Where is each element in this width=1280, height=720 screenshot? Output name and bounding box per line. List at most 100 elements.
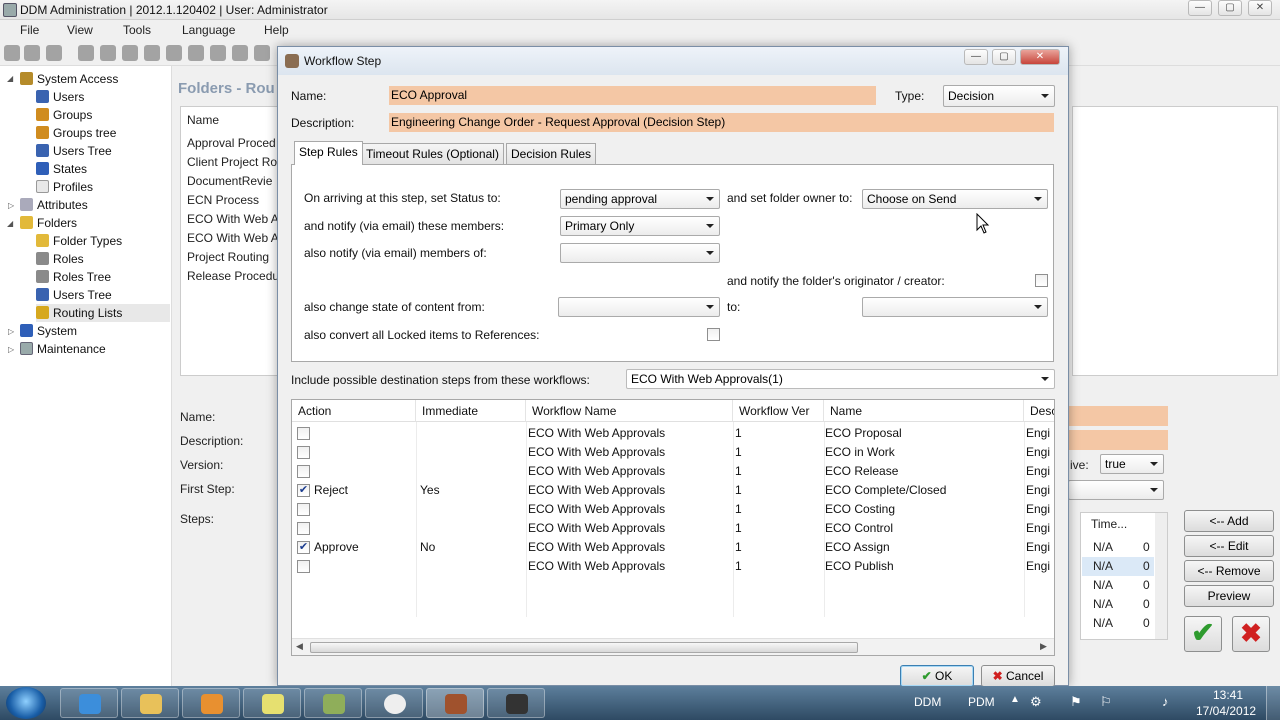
- tree-item-users-tree[interactable]: Users Tree: [36, 142, 112, 160]
- tree-item-system[interactable]: System: [20, 322, 77, 340]
- tree-item-system-access[interactable]: System Access: [20, 70, 118, 88]
- route-icon[interactable]: [210, 45, 226, 61]
- steps-scrollbar[interactable]: [1155, 513, 1167, 639]
- remove-step-button[interactable]: <-- Remove: [1184, 560, 1274, 582]
- column-header-immediate[interactable]: Immediate: [416, 400, 526, 422]
- taskbar-ddm[interactable]: [426, 688, 484, 718]
- chat-icon[interactable]: [122, 45, 138, 61]
- show-desktop-button[interactable]: [1266, 686, 1280, 720]
- route-icon[interactable]: [232, 45, 248, 61]
- tab-step-rules[interactable]: Step Rules: [294, 141, 363, 165]
- menu-language[interactable]: Language: [182, 23, 235, 37]
- tree-item-groups-tree[interactable]: Groups tree: [36, 124, 116, 142]
- row-checkbox[interactable]: [297, 465, 310, 478]
- list-item[interactable]: ECO With Web A: [187, 212, 279, 226]
- taskbar-notes[interactable]: [243, 688, 301, 718]
- edit-step-button[interactable]: <-- Edit: [1184, 535, 1274, 557]
- menu-tools[interactable]: Tools: [123, 23, 151, 37]
- active-select[interactable]: true: [1100, 454, 1164, 474]
- convert-checkbox[interactable]: [707, 328, 720, 341]
- user-icon[interactable]: [24, 45, 40, 61]
- save-check-icon[interactable]: ✔: [1184, 616, 1222, 652]
- row-checkbox[interactable]: [297, 522, 310, 535]
- row-checkbox[interactable]: [297, 427, 310, 440]
- dialog-maximize-button[interactable]: ▢: [992, 49, 1016, 65]
- group-icon[interactable]: [46, 45, 62, 61]
- description-field[interactable]: Engineering Change Order - Request Appro…: [389, 113, 1054, 132]
- tree-item-folders[interactable]: Folders: [20, 214, 77, 232]
- route-icon[interactable]: [166, 45, 182, 61]
- tray-ddm[interactable]: DDM: [914, 695, 941, 709]
- chat-icon[interactable]: [78, 45, 94, 61]
- scrollbar-thumb[interactable]: [310, 642, 858, 653]
- tree-item-users[interactable]: Users: [36, 88, 84, 106]
- row-checkbox[interactable]: [297, 503, 310, 516]
- collapse-icon[interactable]: ◢: [7, 74, 13, 83]
- clock-time[interactable]: 13:41: [1213, 688, 1243, 702]
- change-state-from-select[interactable]: [558, 297, 720, 317]
- tree-item-profiles[interactable]: Profiles: [36, 178, 93, 196]
- add-step-button[interactable]: <-- Add: [1184, 510, 1274, 532]
- scroll-right-icon[interactable]: ▶: [1040, 641, 1047, 652]
- tree-item-attributes[interactable]: Attributes: [20, 196, 88, 214]
- first-step-select[interactable]: [1068, 480, 1164, 500]
- column-header-desc[interactable]: Desc: [1024, 400, 1054, 422]
- notify-select[interactable]: Primary Only: [560, 216, 720, 236]
- tree-item-routing-lists[interactable]: Routing Lists: [36, 304, 170, 322]
- user-add-icon[interactable]: [4, 45, 20, 61]
- tree-item-groups[interactable]: Groups: [36, 106, 92, 124]
- chat-icon[interactable]: [100, 45, 116, 61]
- tree-item-maintenance[interactable]: Maintenance: [20, 340, 106, 358]
- tray-flag-icon[interactable]: ⚐: [1100, 694, 1112, 710]
- route-icon[interactable]: [254, 45, 270, 61]
- dialog-close-button[interactable]: ✕: [1020, 49, 1060, 65]
- tray-volume-icon[interactable]: ♪: [1162, 694, 1169, 709]
- collapse-icon[interactable]: ◢: [7, 219, 13, 228]
- ok-button[interactable]: ✔ OK: [900, 665, 974, 687]
- dialog-minimize-button[interactable]: —: [964, 49, 988, 65]
- originator-checkbox[interactable]: [1035, 274, 1048, 287]
- taskbar-app6[interactable]: [365, 688, 423, 718]
- list-item[interactable]: Release Procedu: [187, 269, 279, 283]
- route-icon[interactable]: [188, 45, 204, 61]
- menu-file[interactable]: File: [20, 23, 39, 37]
- scroll-left-icon[interactable]: ◀: [296, 641, 303, 652]
- tree-item-users-tree-2[interactable]: Users Tree: [36, 286, 112, 304]
- row-checkbox[interactable]: ✔: [297, 484, 310, 497]
- expand-icon[interactable]: ▷: [8, 201, 14, 210]
- name-field[interactable]: [1068, 406, 1168, 426]
- taskbar-ie[interactable]: [60, 688, 118, 718]
- menu-view[interactable]: View: [67, 23, 93, 37]
- maximize-button[interactable]: ▢: [1218, 0, 1242, 16]
- tray-security-icon[interactable]: ⚑: [1070, 694, 1082, 710]
- tree-item-states[interactable]: States: [36, 160, 87, 178]
- discard-x-icon[interactable]: ✖: [1232, 616, 1270, 652]
- tray-pdm[interactable]: PDM: [968, 695, 995, 709]
- tray-network-icon[interactable]: ⚙: [1030, 694, 1042, 710]
- list-item[interactable]: ECN Process: [187, 193, 259, 207]
- row-checkbox[interactable]: ✔: [297, 541, 310, 554]
- taskbar-app5[interactable]: [304, 688, 362, 718]
- cancel-button[interactable]: ✖ Cancel: [981, 665, 1055, 687]
- expand-icon[interactable]: ▷: [8, 345, 14, 354]
- owner-select[interactable]: Choose on Send: [862, 189, 1048, 209]
- status-select[interactable]: pending approval: [560, 189, 720, 209]
- column-header-workflow-name[interactable]: Workflow Name: [526, 400, 733, 422]
- column-header-workflow-ver[interactable]: Workflow Ver: [733, 400, 824, 422]
- include-workflows-select[interactable]: ECO With Web Approvals(1): [626, 369, 1055, 389]
- tab-timeout-rules[interactable]: Timeout Rules (Optional): [361, 143, 504, 164]
- name-field[interactable]: ECO Approval: [389, 86, 876, 105]
- close-button[interactable]: ✕: [1248, 0, 1272, 16]
- horizontal-scrollbar[interactable]: ◀ ▶: [292, 638, 1054, 655]
- change-state-to-select[interactable]: [862, 297, 1048, 317]
- column-header-action[interactable]: Action: [292, 400, 416, 422]
- chat-icon[interactable]: [144, 45, 160, 61]
- row-checkbox[interactable]: [297, 560, 310, 573]
- menu-help[interactable]: Help: [264, 23, 289, 37]
- list-item[interactable]: ECO With Web A: [187, 231, 279, 245]
- column-header-name[interactable]: Name: [824, 400, 1024, 422]
- also-notify-select[interactable]: [560, 243, 720, 263]
- clock-date[interactable]: 17/04/2012: [1196, 704, 1256, 718]
- start-button[interactable]: [6, 687, 46, 719]
- expand-icon[interactable]: ▷: [8, 327, 14, 336]
